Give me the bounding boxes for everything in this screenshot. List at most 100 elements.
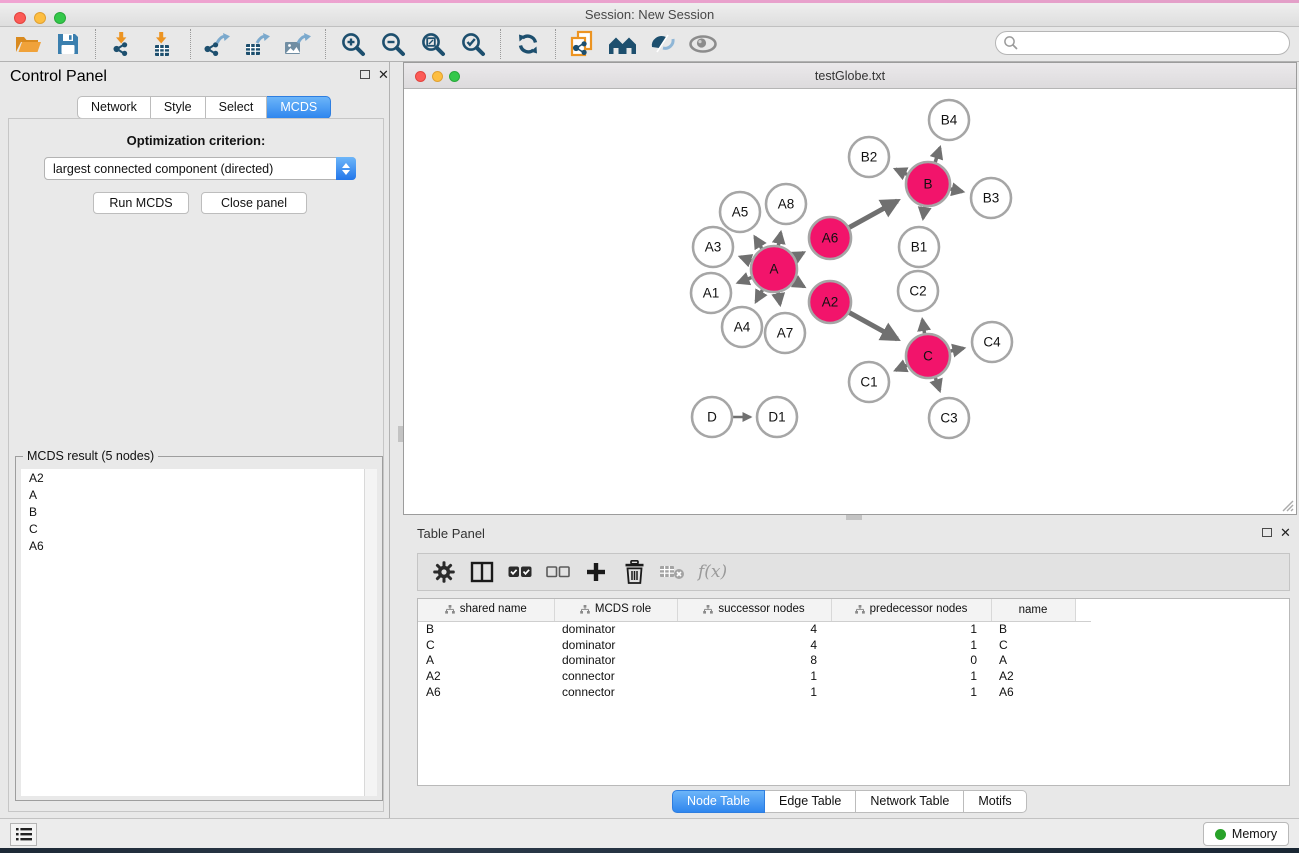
edge-A2-C[interactable]: [849, 313, 897, 339]
show-columns-button[interactable]: [466, 557, 498, 587]
copy-network-button[interactable]: [563, 28, 603, 60]
tab-edge-table[interactable]: Edge Table: [765, 790, 856, 813]
node-B[interactable]: B: [906, 162, 950, 206]
tab-network[interactable]: Network: [77, 96, 151, 119]
node-B2[interactable]: B2: [849, 137, 889, 177]
tab-node-table[interactable]: Node Table: [672, 790, 765, 813]
export-image-button[interactable]: [278, 28, 318, 60]
result-node-item[interactable]: A: [21, 486, 366, 503]
node-A6[interactable]: A6: [809, 217, 851, 259]
result-node-item[interactable]: C: [21, 520, 366, 537]
home-button[interactable]: [603, 28, 643, 60]
node-A1[interactable]: A1: [691, 273, 731, 313]
column-header-successor-nodes[interactable]: successor nodes: [677, 599, 831, 621]
table-row[interactable]: Adominator80A: [418, 653, 1091, 669]
edge-A6-B[interactable]: [849, 201, 897, 227]
node-A3[interactable]: A3: [693, 227, 733, 267]
network-canvas[interactable]: B4B2BB3A8A5A6A3B1AC2A1A2A4A7C4CC1DD1C3: [404, 89, 1296, 514]
table-row[interactable]: Cdominator41C: [418, 637, 1091, 653]
column-header-MCDS-role[interactable]: MCDS role: [554, 599, 677, 621]
node-C3[interactable]: C3: [929, 398, 969, 438]
edge-B-B2[interactable]: [895, 169, 907, 174]
edge-A-A6[interactable]: [795, 253, 804, 258]
node-D1[interactable]: D1: [757, 397, 797, 437]
edge-A-A7[interactable]: [778, 293, 780, 305]
create-column-button[interactable]: [580, 557, 612, 587]
edge-C-C2[interactable]: [922, 320, 924, 334]
table-close-icon[interactable]: ✕: [1280, 528, 1291, 538]
node-C[interactable]: C: [906, 334, 950, 378]
refresh-button[interactable]: [508, 28, 548, 60]
task-history-button[interactable]: [10, 823, 37, 846]
node-A2[interactable]: A2: [809, 281, 851, 323]
table-row[interactable]: A6connector11A6: [418, 684, 1091, 700]
float-panel-icon[interactable]: [360, 70, 370, 79]
edge-C-C4[interactable]: [950, 348, 963, 351]
node-C1[interactable]: C1: [849, 362, 889, 402]
run-mcds-button[interactable]: Run MCDS: [93, 192, 189, 214]
tab-style[interactable]: Style: [151, 96, 206, 119]
eye-button[interactable]: [683, 28, 723, 60]
save-session-button[interactable]: [48, 28, 88, 60]
node-A5[interactable]: A5: [720, 192, 760, 232]
node-C4[interactable]: C4: [972, 322, 1012, 362]
minimize-window-button[interactable]: [34, 12, 46, 24]
tab-motifs[interactable]: Motifs: [964, 790, 1026, 813]
resize-grip-icon[interactable]: [1280, 498, 1294, 512]
network-close-button[interactable]: [415, 71, 426, 82]
edge-A-A3[interactable]: [740, 257, 751, 261]
tab-mcds[interactable]: MCDS: [267, 96, 331, 119]
open-session-button[interactable]: [8, 28, 48, 60]
close-panel-button[interactable]: Close panel: [201, 192, 307, 214]
network-zoom-button[interactable]: [449, 71, 460, 82]
close-window-button[interactable]: [14, 12, 26, 24]
edge-B-B4[interactable]: [935, 148, 940, 162]
node-A4[interactable]: A4: [722, 307, 762, 347]
edge-C-C1[interactable]: [896, 365, 907, 370]
result-scrollbar[interactable]: [364, 469, 377, 796]
edge-A-A2[interactable]: [795, 281, 804, 287]
import-network-file-button[interactable]: [103, 28, 143, 60]
memory-button[interactable]: Memory: [1203, 822, 1289, 846]
network-minimize-button[interactable]: [432, 71, 443, 82]
table-float-icon[interactable]: [1262, 528, 1272, 537]
edge-A-A8[interactable]: [778, 233, 780, 246]
column-header-predecessor-nodes[interactable]: predecessor nodes: [831, 599, 991, 621]
select-all-checks-button[interactable]: [504, 557, 536, 587]
edge-A-A1[interactable]: [738, 278, 751, 283]
export-network-button[interactable]: [198, 28, 238, 60]
edge-A-A4[interactable]: [756, 290, 762, 302]
glasses-button[interactable]: [643, 28, 683, 60]
node-C2[interactable]: C2: [898, 271, 938, 311]
divider-handle-vertical[interactable]: [398, 426, 403, 442]
edge-B-B3[interactable]: [950, 189, 962, 192]
table-row[interactable]: Bdominator41B: [418, 621, 1091, 637]
tab-network-table[interactable]: Network Table: [856, 790, 964, 813]
edge-B-B1[interactable]: [923, 207, 925, 218]
node-B1[interactable]: B1: [899, 227, 939, 267]
zoom-selected-button[interactable]: [453, 28, 493, 60]
result-node-item[interactable]: B: [21, 503, 366, 520]
tab-select[interactable]: Select: [206, 96, 268, 119]
edge-C-C3[interactable]: [935, 378, 939, 391]
result-node-item[interactable]: A2: [21, 469, 366, 486]
result-node-item[interactable]: A6: [21, 537, 366, 554]
search-input[interactable]: [995, 31, 1290, 55]
table-row[interactable]: A2connector11A2: [418, 668, 1091, 684]
node-D[interactable]: D: [692, 397, 732, 437]
zoom-fit-button[interactable]: [413, 28, 453, 60]
export-table-button[interactable]: [238, 28, 278, 60]
zoom-in-button[interactable]: [333, 28, 373, 60]
criterion-select[interactable]: largest connected component (directed): [44, 157, 356, 180]
zoom-window-button[interactable]: [54, 12, 66, 24]
zoom-out-button[interactable]: [373, 28, 413, 60]
column-header-name[interactable]: name: [991, 599, 1075, 621]
import-table-file-button[interactable]: [143, 28, 183, 60]
node-B3[interactable]: B3: [971, 178, 1011, 218]
node-A[interactable]: A: [751, 246, 797, 292]
node-B4[interactable]: B4: [929, 100, 969, 140]
clear-all-checks-button[interactable]: [542, 557, 574, 587]
settings-gear-button[interactable]: [428, 557, 460, 587]
node-A7[interactable]: A7: [765, 313, 805, 353]
close-panel-icon[interactable]: ✕: [378, 70, 389, 80]
